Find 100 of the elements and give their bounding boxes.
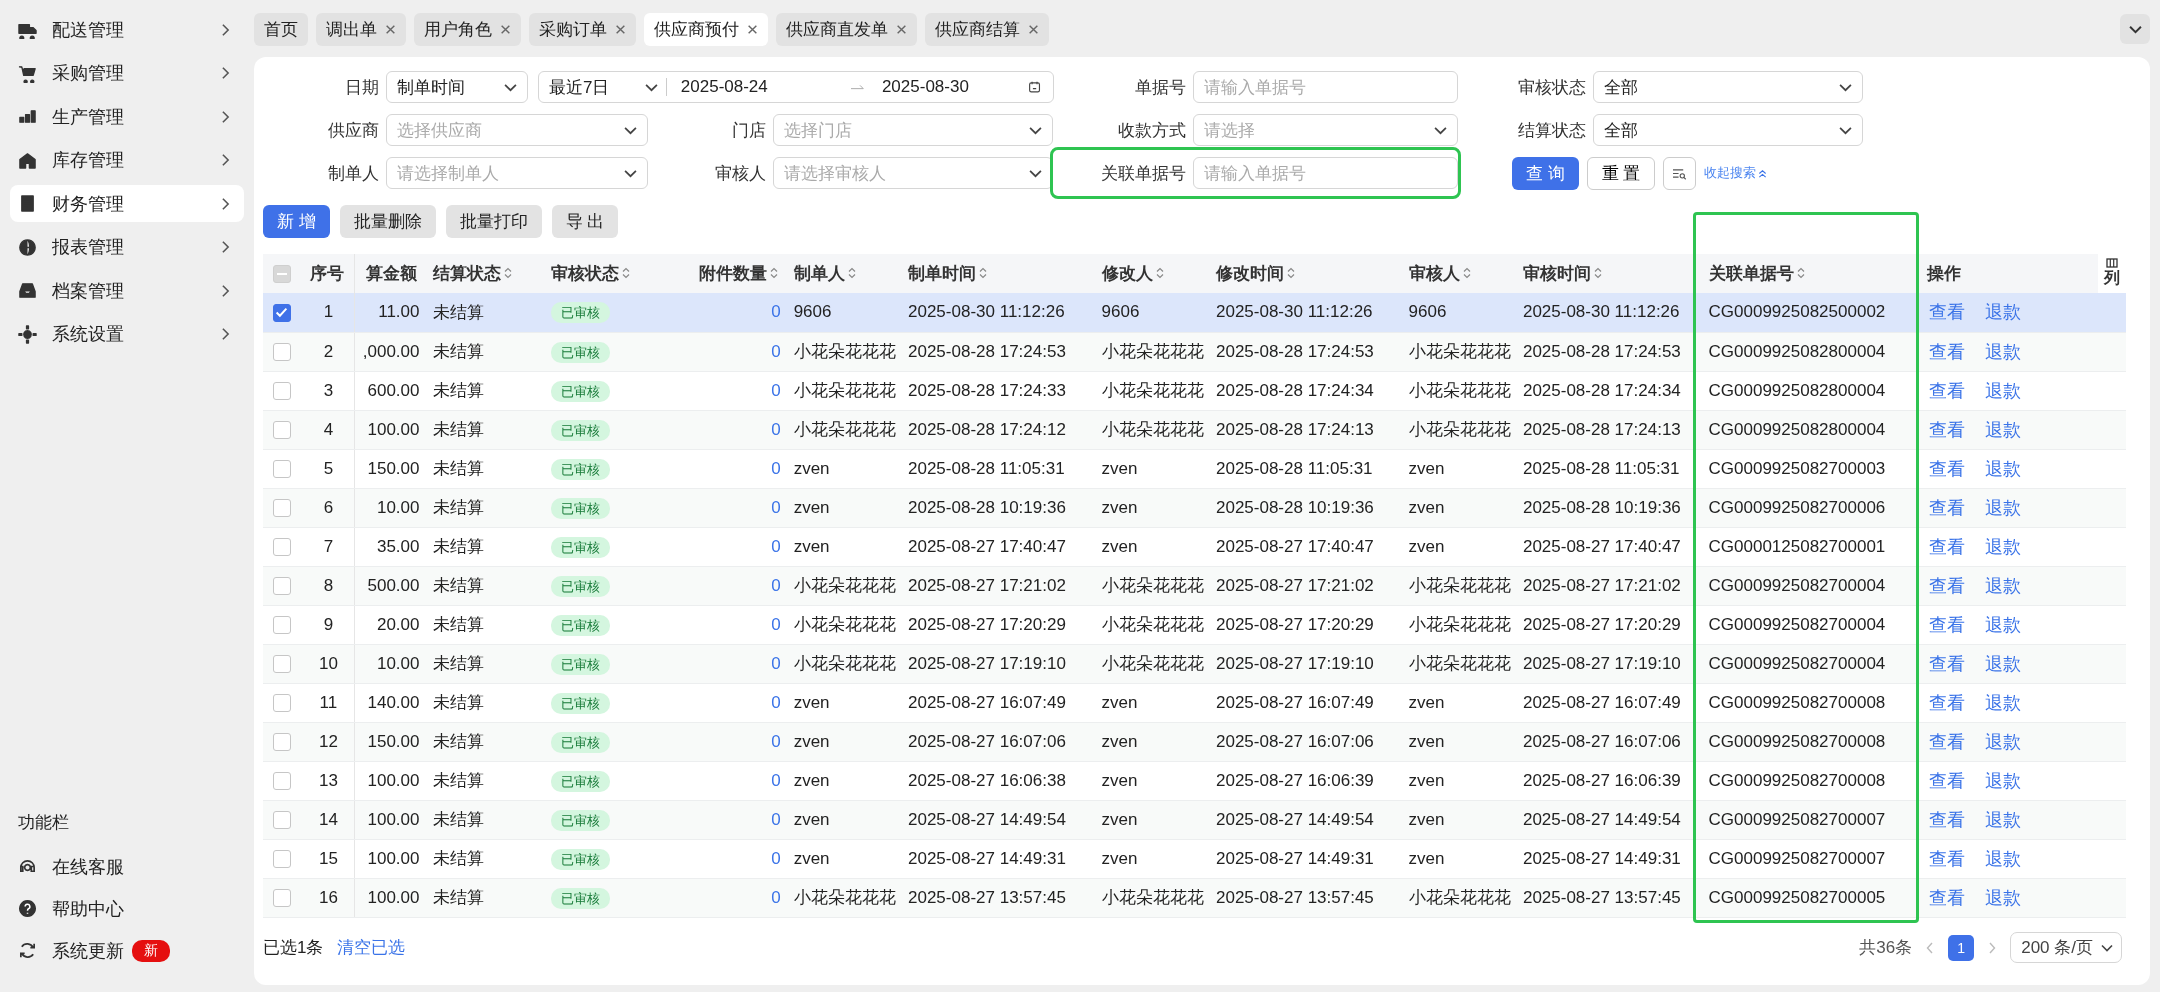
attachment-count-link[interactable]: 0: [771, 341, 781, 361]
row-checkbox[interactable]: [272, 382, 291, 400]
row-action-link[interactable]: 退款: [1985, 458, 2022, 479]
attachment-count-link[interactable]: 0: [771, 770, 781, 790]
query-button[interactable]: 查 询: [1512, 156, 1579, 190]
sort-icon[interactable]: [1593, 267, 1602, 279]
input-field[interactable]: 请输入单据号: [1193, 71, 1458, 103]
attachment-count-link[interactable]: 0: [771, 809, 781, 829]
row-checkbox[interactable]: [272, 577, 291, 595]
select-field[interactable]: 请选择制单人: [386, 157, 648, 189]
row-checkbox[interactable]: [272, 811, 291, 829]
row-checkbox[interactable]: [272, 694, 291, 712]
page-size-select[interactable]: 200 条/页: [2010, 932, 2122, 963]
row-action-link[interactable]: 查看: [1929, 848, 1966, 869]
dropdown-button[interactable]: [2120, 14, 2150, 44]
tab[interactable]: 采购订单: [529, 12, 636, 46]
select-all-checkbox[interactable]: [272, 265, 291, 283]
row-action-link[interactable]: 查看: [1929, 341, 1966, 362]
tab[interactable]: 供应商直发单: [776, 12, 917, 46]
sort-icon[interactable]: [847, 267, 856, 279]
close-icon[interactable]: [1028, 23, 1039, 35]
sort-icon[interactable]: [979, 267, 987, 279]
row-checkbox[interactable]: [272, 889, 291, 907]
row-action-link[interactable]: 退款: [1985, 887, 2022, 908]
row-action-link[interactable]: 退款: [1985, 614, 2022, 635]
row-action-link[interactable]: 退款: [1985, 380, 2022, 401]
sort-icon[interactable]: [503, 267, 512, 279]
attachment-count-link[interactable]: 0: [771, 497, 781, 517]
row-checkbox[interactable]: [272, 616, 291, 634]
sidebar-item[interactable]: 配送管理: [10, 11, 244, 48]
attachment-count-link[interactable]: 0: [771, 302, 781, 322]
sidebar-item[interactable]: 档案管理: [10, 272, 244, 309]
row-action-link[interactable]: 退款: [1985, 731, 2022, 752]
row-action-link[interactable]: 查看: [1929, 497, 1966, 518]
tab[interactable]: 调出单: [316, 12, 406, 46]
row-action-link[interactable]: 查看: [1929, 536, 1966, 557]
attachment-count-link[interactable]: 0: [771, 614, 781, 634]
action-button[interactable]: 批量打印: [445, 205, 542, 238]
columns-icon[interactable]: [2105, 258, 2118, 268]
sort-icon[interactable]: [621, 267, 630, 279]
attachment-count-link[interactable]: 0: [771, 692, 781, 712]
select-field[interactable]: 全部: [1593, 71, 1863, 103]
sidebar-item[interactable]: 报表管理: [10, 228, 244, 266]
attachment-count-link[interactable]: 0: [771, 380, 781, 400]
row-action-link[interactable]: 退款: [1985, 302, 2022, 323]
sidebar-item[interactable]: 生产管理: [10, 98, 244, 135]
row-action-link[interactable]: 退款: [1985, 341, 2022, 362]
reset-button[interactable]: 重 置: [1586, 156, 1656, 190]
row-action-link[interactable]: 查看: [1929, 731, 1966, 752]
attachment-count-link[interactable]: 0: [771, 731, 781, 751]
attachment-count-link[interactable]: 0: [771, 536, 781, 556]
row-action-link[interactable]: 查看: [1929, 692, 1966, 713]
sort-icon[interactable]: [1462, 267, 1471, 279]
select-field[interactable]: 选择门店: [773, 114, 1053, 146]
clear-selection-link[interactable]: 清空已选: [337, 936, 406, 959]
row-action-link[interactable]: 查看: [1929, 887, 1966, 908]
row-checkbox[interactable]: [272, 850, 291, 868]
row-checkbox[interactable]: [272, 343, 291, 361]
row-action-link[interactable]: 退款: [1985, 770, 2022, 791]
close-icon[interactable]: [896, 23, 907, 35]
sidebar-item[interactable]: 库存管理: [10, 141, 244, 179]
tab[interactable]: 用户角色: [414, 12, 521, 46]
row-checkbox[interactable]: [272, 655, 291, 673]
row-action-link[interactable]: 查看: [1929, 809, 1966, 830]
attachment-count-link[interactable]: 0: [771, 458, 781, 478]
row-action-link[interactable]: 退款: [1985, 848, 2022, 869]
attachment-count-link[interactable]: 0: [771, 653, 781, 673]
sidebar-item[interactable]: 采购管理: [10, 54, 244, 92]
sort-icon[interactable]: [1796, 267, 1805, 279]
select-field[interactable]: 全部: [1593, 114, 1863, 146]
close-icon[interactable]: [747, 23, 758, 35]
sidebar-item[interactable]: 系统设置: [10, 315, 244, 353]
tab[interactable]: 供应商预付: [644, 12, 768, 46]
row-action-link[interactable]: 查看: [1929, 575, 1966, 596]
previous-page-icon[interactable]: [1926, 941, 1935, 954]
row-checkbox[interactable]: [272, 538, 291, 556]
row-checkbox[interactable]: [272, 303, 291, 322]
attachment-count-link[interactable]: 0: [771, 887, 781, 907]
row-checkbox[interactable]: [272, 733, 291, 751]
select-field[interactable]: 选择供应商: [386, 114, 648, 146]
row-action-link[interactable]: 查看: [1929, 458, 1966, 479]
next-page-icon[interactable]: [1988, 941, 1997, 954]
close-icon[interactable]: [615, 23, 626, 35]
sidebar-item[interactable]: 财务管理: [10, 185, 244, 222]
page-button[interactable]: 1: [1948, 934, 1975, 961]
attachment-count-link[interactable]: 0: [771, 575, 781, 595]
filter-settings-button[interactable]: [1663, 156, 1697, 190]
row-checkbox[interactable]: [272, 499, 291, 517]
row-checkbox[interactable]: [272, 460, 291, 478]
close-icon[interactable]: [500, 23, 511, 35]
action-button[interactable]: 新 增: [263, 205, 330, 238]
action-button[interactable]: 导 出: [551, 205, 619, 238]
select-field[interactable]: 请选择: [1193, 114, 1458, 146]
attachment-count-link[interactable]: 0: [771, 419, 781, 439]
date-range-field[interactable]: 最近7日 2025-08-24 2025-08-30: [538, 71, 1054, 103]
row-action-link[interactable]: 查看: [1929, 653, 1966, 674]
row-action-link[interactable]: 查看: [1929, 302, 1966, 323]
row-action-link[interactable]: 查看: [1929, 380, 1966, 401]
sidebar-item[interactable]: 系统更新 新: [10, 932, 244, 969]
row-checkbox[interactable]: [272, 772, 291, 790]
